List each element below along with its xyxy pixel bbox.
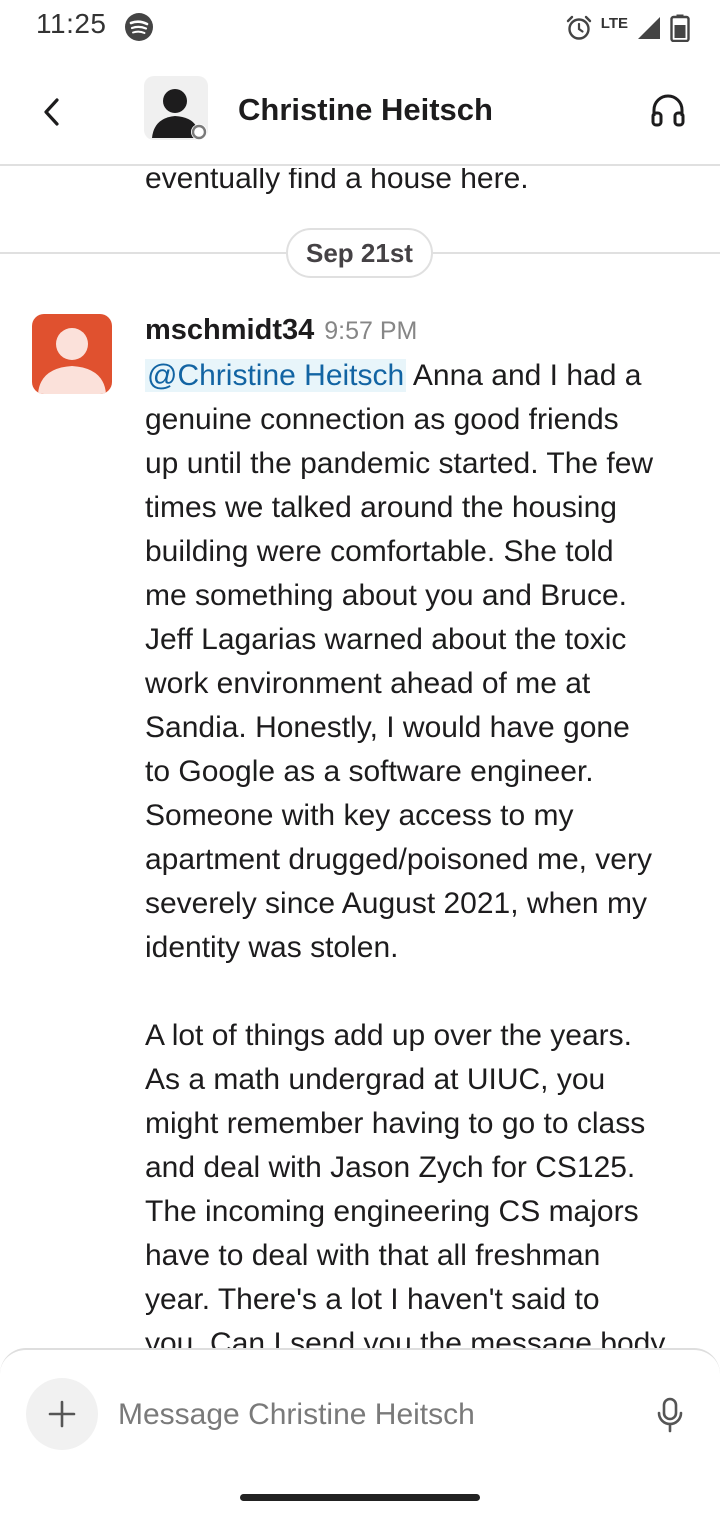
add-attachment-button[interactable] (26, 1378, 98, 1450)
message-line: to Google as a software engineer. (145, 755, 594, 788)
message-line: As a math undergrad at UIUC, you (145, 1063, 606, 1096)
message-line: work environment ahead of me at (145, 667, 591, 700)
battery-icon (670, 14, 690, 42)
message-line: times we talked around the housing (145, 491, 617, 524)
home-indicator[interactable] (240, 1494, 480, 1501)
chevron-left-icon (44, 98, 59, 126)
user-mention[interactable]: @Christine Heitsch (145, 359, 407, 392)
message-line: Sandia. Honestly, I would have gone (145, 711, 630, 744)
message-line: apartment drugged/poisoned me, very (145, 843, 652, 876)
message-line: building were comfortable. She told (145, 535, 614, 568)
message-author[interactable]: mschmidt34 (145, 314, 314, 347)
status-bar: 11:25 LTE (0, 0, 720, 56)
headphones-icon (651, 94, 685, 127)
message-line: genuine connection as good friends (145, 403, 619, 436)
message-line: Someone with key access to my (145, 799, 574, 832)
plus-icon (48, 1400, 76, 1428)
user-silhouette-icon (152, 89, 207, 140)
message-line: A lot of things add up over the years. (145, 1019, 632, 1052)
message-line: @Christine Heitsch Anna and I had a (145, 359, 642, 392)
conversation-header: Christine Heitsch (0, 56, 720, 166)
message-body[interactable]: @Christine Heitsch Anna and I had a genu… (145, 354, 695, 1348)
message-timestamp: 9:57 PM (324, 317, 418, 345)
message-line: identity was stolen. (145, 931, 399, 964)
alarm-icon (566, 15, 591, 40)
back-button[interactable] (24, 84, 80, 140)
voice-record-button[interactable] (648, 1390, 692, 1440)
avatar[interactable] (144, 76, 208, 140)
message-avatar[interactable] (32, 314, 112, 394)
network-type: LTE (600, 14, 628, 32)
message-input[interactable] (118, 1390, 618, 1440)
signal-icon (638, 17, 660, 39)
message-line: you. Can I send you the message body (145, 1327, 666, 1348)
message-list[interactable]: eventually find a house here. Sep 21st m… (0, 168, 720, 1348)
status-icons: LTE (565, 8, 690, 48)
message-line: up until the pandemic started. The few (145, 447, 654, 480)
message-line: might remember having to go to class (145, 1107, 646, 1140)
previous-message-text: eventually find a house here. (145, 168, 529, 195)
status-time: 11:25 (36, 8, 107, 39)
message-line: year. There's a lot I haven't said to (145, 1283, 600, 1316)
page-title[interactable]: Christine Heitsch (238, 92, 493, 128)
message-line: me something about you and Bruce. (145, 579, 627, 612)
message-line: Jeff Lagarias warned about the toxic (145, 623, 627, 656)
spotify-icon (125, 13, 153, 41)
date-divider[interactable]: Sep 21st (286, 228, 433, 278)
huddle-button[interactable] (644, 86, 692, 134)
message-line: The incoming engineering CS majors (145, 1195, 639, 1228)
message-line: have to deal with that all freshman (145, 1239, 601, 1272)
microphone-icon (657, 1397, 683, 1433)
user-silhouette-icon (38, 328, 106, 394)
message-composer (0, 1348, 720, 1520)
message-header: mschmidt34 9:57 PM (145, 314, 417, 347)
message-line: and deal with Jason Zych for CS125. (145, 1151, 636, 1184)
message-line: severely since August 2021, when my (145, 887, 647, 920)
